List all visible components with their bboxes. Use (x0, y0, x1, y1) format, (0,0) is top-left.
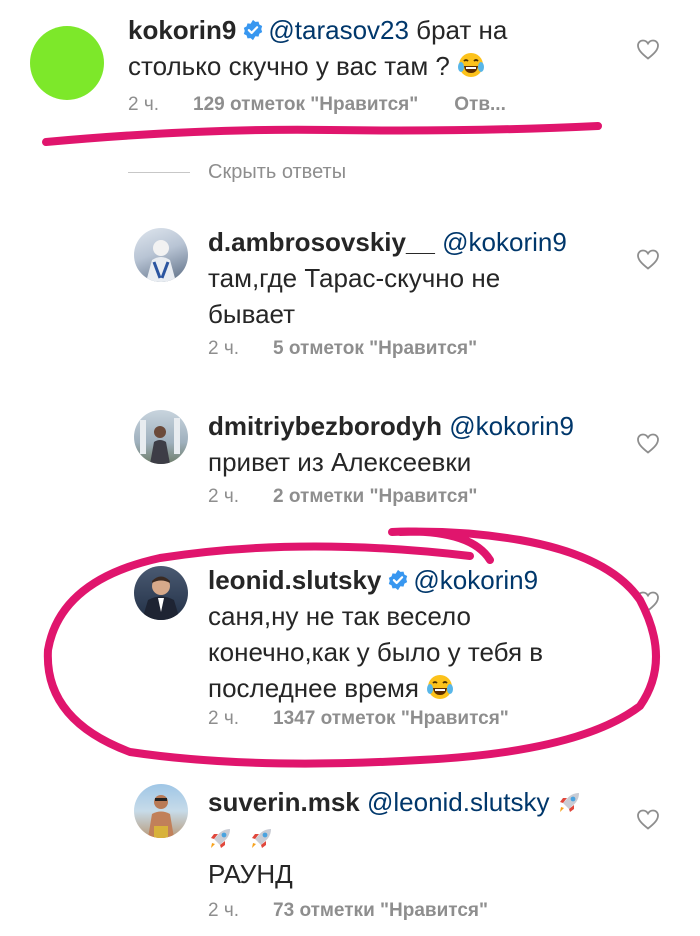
comment-text-line1: брат на (408, 15, 508, 45)
likes-count[interactable]: 1347 отметок "Нравится" (273, 708, 509, 729)
mention-link[interactable]: @kokorin9 (442, 227, 567, 257)
reply-text-line3: последнее время (208, 673, 419, 703)
avatar-photo (146, 240, 176, 282)
reply-text-line2: конечно,как у было у тебя в (208, 637, 544, 667)
reply-text: dmitriybezborodyh @kokorin9 привет из Ал… (208, 408, 648, 480)
reply-text-line1: там,где Тарас-скучно не (208, 263, 501, 293)
mention-link[interactable]: @kokorin9 (449, 411, 574, 441)
hide-replies-label: Скрыть ответы (208, 160, 347, 183)
divider (128, 171, 190, 173)
reply-text-line1: саня,ну не так весело (208, 601, 471, 631)
mention-link[interactable]: @kokorin9 (413, 565, 538, 595)
heart-icon[interactable] (636, 248, 660, 270)
laughing-tears-emoji (458, 53, 485, 77)
heart-icon[interactable] (636, 590, 660, 612)
avatar[interactable] (134, 784, 188, 838)
reply-username[interactable]: suverin.msk (208, 787, 360, 817)
comment-text-line2: столько скучно у вас там ? (128, 51, 450, 81)
rocket-emoji (252, 829, 272, 848)
reply-time: 2 ч. (208, 486, 240, 507)
reply-username[interactable]: dmitriybezborodyh (208, 411, 442, 441)
likes-count[interactable]: 129 отметок "Нравится" (193, 94, 418, 115)
likes-count[interactable]: 73 отметки "Нравится" (273, 900, 488, 921)
likes-count[interactable]: 2 отметки "Нравится" (273, 486, 477, 507)
reply-text: leonid.slutsky @kokorin9 саня,ну не так в… (208, 562, 648, 706)
hide-replies-button[interactable]: Скрыть ответы (128, 158, 346, 186)
reply-text-line3: РАУНД (208, 859, 293, 889)
reply-meta: 2 ч. 73 отметки "Нравится" (208, 900, 524, 922)
heart-icon[interactable] (636, 38, 660, 60)
reply-meta: 2 ч. 5 отметок "Нравится" (208, 338, 513, 360)
avatar-photo (140, 418, 180, 464)
reply-text-line1: привет из Алексеевки (208, 447, 472, 477)
comment-time: 2 ч. (128, 94, 160, 115)
heart-icon[interactable] (636, 432, 660, 454)
likes-count[interactable]: 5 отметок "Нравится" (273, 338, 477, 359)
avatar-photo (148, 795, 174, 838)
avatar-photo (142, 576, 180, 620)
laughing-tears-emoji (427, 675, 454, 699)
verified-badge-icon (244, 19, 263, 41)
avatar[interactable] (30, 26, 104, 100)
comment-text: kokorin9 @tarasov23 брат на столько скучн… (128, 12, 608, 84)
comment-meta: 2 ч. 129 отметок "Нравится" Отв... (128, 94, 506, 116)
reply-time: 2 ч. (208, 708, 240, 729)
comment-username[interactable]: kokorin9 (128, 15, 236, 45)
reply-time: 2 ч. (208, 900, 240, 921)
reply-text: suverin.msk @leonid.slutsky РАУНД (208, 784, 648, 892)
reply-meta: 2 ч. 1347 отметок "Нравится" (208, 708, 545, 730)
heart-icon[interactable] (636, 808, 660, 830)
reply-username[interactable]: d.ambrosovskiy__ (208, 227, 435, 257)
reply-button[interactable]: Отв... (454, 94, 506, 115)
annotation-underline (42, 122, 602, 146)
avatar[interactable] (134, 566, 188, 620)
reply-text-line2: бывает (208, 299, 296, 329)
reply-time: 2 ч. (208, 338, 240, 359)
avatar[interactable] (134, 410, 188, 464)
rocket-emoji (211, 829, 230, 848)
reply-text: d.ambrosovskiy__ @kokorin9 там,где Тарас… (208, 224, 648, 332)
verified-badge-icon (389, 569, 408, 591)
reply-username[interactable]: leonid.slutsky (208, 565, 381, 595)
avatar[interactable] (134, 228, 188, 282)
mention-link[interactable]: @leonid.slutsky (367, 787, 549, 817)
mention-link[interactable]: @tarasov23 (268, 15, 409, 45)
rocket-emoji (559, 793, 579, 812)
reply-meta: 2 ч. 2 отметки "Нравится" (208, 486, 513, 508)
